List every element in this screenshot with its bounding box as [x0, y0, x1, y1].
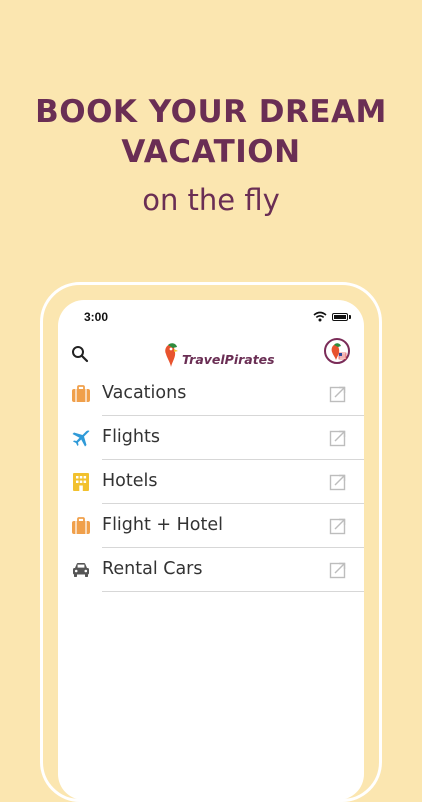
menu-item-rental-cars[interactable]: Rental Cars [58, 548, 364, 592]
menu-item-vacations[interactable]: Vacations [58, 372, 364, 416]
menu-divider [102, 590, 364, 592]
app-header: TravelPirates [58, 334, 364, 376]
headline: BOOK YOUR DREAM VACATION [0, 92, 422, 172]
headline-line-2: VACATION [121, 134, 301, 170]
menu-item-flight-hotel[interactable]: Flight + Hotel [58, 504, 364, 548]
menu-item-hotels[interactable]: Hotels [58, 460, 364, 504]
external-link-icon[interactable] [329, 429, 347, 447]
profile-avatar-button[interactable] [324, 338, 350, 364]
battery-tip [349, 315, 351, 319]
wifi-icon [313, 311, 327, 322]
subheadline: on the fly [142, 183, 280, 217]
airplane-icon [72, 430, 90, 447]
search-icon[interactable] [70, 344, 90, 364]
external-link-icon[interactable] [329, 517, 347, 535]
travelpirates-logo[interactable]: TravelPirates [162, 340, 275, 368]
battery-icon [332, 313, 348, 321]
parrot-flag-avatar-icon [331, 343, 347, 360]
menu-label-vacations: Vacations [102, 383, 187, 403]
menu-label-flight-hotel: Flight + Hotel [102, 515, 223, 535]
status-bar: 3:00 [58, 300, 364, 334]
building-icon [73, 473, 89, 491]
main-menu: Vacations Flights Hotels Flight + Hotel … [58, 372, 364, 592]
menu-label-rental-cars: Rental Cars [102, 559, 203, 579]
phone-screen: 3:00 TravelPirates Vacations Flights Hot… [58, 300, 364, 800]
logo-text: TravelPirates [182, 352, 275, 367]
car-icon [73, 563, 89, 577]
menu-label-flights: Flights [102, 427, 160, 447]
menu-item-flights[interactable]: Flights [58, 416, 364, 460]
parrot-logo-icon [165, 343, 178, 367]
status-time: 3:00 [84, 310, 109, 324]
suitcase-icon [72, 385, 90, 402]
headline-line-1: BOOK YOUR DREAM [35, 94, 387, 130]
menu-label-hotels: Hotels [102, 471, 158, 491]
suitcase-icon [72, 517, 90, 534]
external-link-icon[interactable] [329, 473, 347, 491]
external-link-icon[interactable] [329, 385, 347, 403]
external-link-icon[interactable] [329, 561, 347, 579]
